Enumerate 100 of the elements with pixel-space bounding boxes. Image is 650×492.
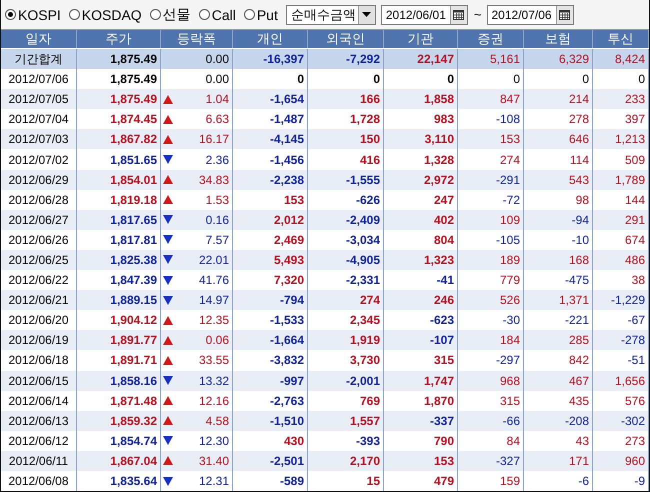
value-cell: 5,493 xyxy=(233,250,308,270)
value-cell: 847 xyxy=(458,89,524,110)
value-cell: 402 xyxy=(384,210,458,230)
date-value: 2012/06/01 xyxy=(384,8,447,22)
date-field[interactable]: 2012/07/06 xyxy=(486,4,574,24)
value-cell: 543 xyxy=(524,170,593,190)
value-cell: 769 xyxy=(308,390,384,411)
price-cell: 1,859.32 xyxy=(77,410,161,431)
calendar-button[interactable] xyxy=(450,6,467,24)
market-radio[interactable]: 선물 xyxy=(150,6,191,24)
value-cell: -997 xyxy=(233,370,308,391)
market-radio[interactable]: Put xyxy=(244,6,278,22)
value-cell: 153 xyxy=(458,129,524,150)
value-cell: 1,870 xyxy=(384,390,458,411)
value-cell: 6,329 xyxy=(524,49,593,70)
radio-icon[interactable] xyxy=(150,9,161,20)
value-cell: -278 xyxy=(593,330,649,350)
change-value: 0.00 xyxy=(206,72,229,86)
value-cell: -4,905 xyxy=(308,250,384,270)
price-cell: 1,874.45 xyxy=(77,109,161,130)
value-cell: 2,972 xyxy=(384,170,458,190)
date-cell: 2012/06/20 xyxy=(1,310,77,330)
dropdown-arrow-button[interactable] xyxy=(358,6,375,24)
value-cell: 189 xyxy=(458,250,524,270)
value-cell: 98 xyxy=(524,190,593,210)
radio-icon[interactable] xyxy=(5,9,16,20)
date-field[interactable]: 2012/06/01 xyxy=(380,4,468,24)
date-cell: 2012/06/15 xyxy=(1,370,77,391)
change-value: 16.17 xyxy=(198,132,229,146)
value-cell: -108 xyxy=(458,109,524,130)
date-cell: 2012/07/05 xyxy=(1,89,77,110)
value-cell: -2,001 xyxy=(308,370,384,391)
column-header[interactable]: 외국인 xyxy=(308,30,384,48)
value-cell: -623 xyxy=(384,310,458,330)
value-cell: 2,170 xyxy=(308,450,384,471)
change-value: 12.35 xyxy=(198,313,229,328)
value-cell: 960 xyxy=(593,450,649,471)
date-cell: 2012/06/25 xyxy=(1,250,77,270)
value-cell: 184 xyxy=(458,330,524,350)
caret-icon xyxy=(362,12,372,17)
change-value: 0.16 xyxy=(206,212,229,227)
radio-icon[interactable] xyxy=(68,9,80,20)
date-cell: 2012/06/19 xyxy=(1,330,77,350)
metric-dropdown[interactable]: 순매수금액 xyxy=(286,4,376,24)
column-header[interactable]: 등락폭 xyxy=(161,30,233,48)
value-cell: 233 xyxy=(593,89,649,110)
market-radio[interactable]: Call xyxy=(198,6,236,22)
value-cell: -337 xyxy=(384,410,458,431)
value-cell: -94 xyxy=(524,210,593,230)
column-header[interactable]: 투신 xyxy=(593,30,649,48)
value-cell: 1,557 xyxy=(308,410,384,431)
value-cell: 397 xyxy=(593,109,649,130)
value-cell: 576 xyxy=(593,390,649,411)
value-cell: 278 xyxy=(524,109,593,130)
value-cell: 8,424 xyxy=(593,49,649,70)
column-header[interactable]: 기관 xyxy=(384,30,458,48)
market-radio[interactable]: KOSDAQ xyxy=(68,6,142,22)
value-cell: -1,654 xyxy=(233,89,308,110)
range-separator: ~ xyxy=(474,7,482,22)
value-cell: -1,487 xyxy=(233,109,308,130)
date-value: 2012/07/06 xyxy=(490,8,553,22)
value-cell: 968 xyxy=(458,370,524,391)
value-cell: -221 xyxy=(524,310,593,330)
value-cell: 285 xyxy=(524,330,593,350)
radio-icon[interactable] xyxy=(198,9,210,20)
change-value: 2.36 xyxy=(206,152,229,167)
value-cell: -2,238 xyxy=(233,170,308,190)
change-value: 34.83 xyxy=(198,172,229,187)
value-cell: -2,763 xyxy=(233,390,308,411)
column-header[interactable]: 증권 xyxy=(458,30,524,48)
value-cell: 3,110 xyxy=(384,129,458,150)
date-cell: 2012/06/21 xyxy=(1,290,77,310)
column-header[interactable]: 개인 xyxy=(233,30,308,48)
value-cell: 214 xyxy=(524,89,593,110)
value-cell: -66 xyxy=(458,410,524,431)
value-cell: -1,510 xyxy=(233,410,308,431)
radio-icon[interactable] xyxy=(244,9,255,20)
date-cell: 2012/07/03 xyxy=(1,129,77,150)
market-radio[interactable]: KOSPI xyxy=(5,6,61,22)
value-cell: 1,858 xyxy=(384,89,458,110)
value-cell: -302 xyxy=(593,410,649,431)
value-cell: 2,012 xyxy=(233,210,308,230)
value-cell: 1,213 xyxy=(593,129,649,150)
value-cell: 246 xyxy=(384,290,458,310)
change-value: 1.04 xyxy=(206,92,229,106)
date-cell: 2012/06/28 xyxy=(1,190,77,210)
column-header[interactable]: 일자 xyxy=(1,30,77,48)
price-cell: 1,825.38 xyxy=(77,250,161,270)
value-cell: -72 xyxy=(458,190,524,210)
column-header[interactable]: 주가 xyxy=(77,30,161,48)
value-cell: 1,323 xyxy=(384,250,458,270)
value-cell: 168 xyxy=(524,250,593,270)
value-cell: 1,656 xyxy=(593,370,649,391)
column-header[interactable]: 보험 xyxy=(524,30,593,48)
value-cell: -30 xyxy=(458,310,524,330)
value-cell: 1,789 xyxy=(593,170,649,190)
change-value: 1.53 xyxy=(206,192,229,207)
value-cell: -2,409 xyxy=(308,210,384,230)
value-cell: -794 xyxy=(233,290,308,310)
calendar-button[interactable] xyxy=(556,6,573,24)
